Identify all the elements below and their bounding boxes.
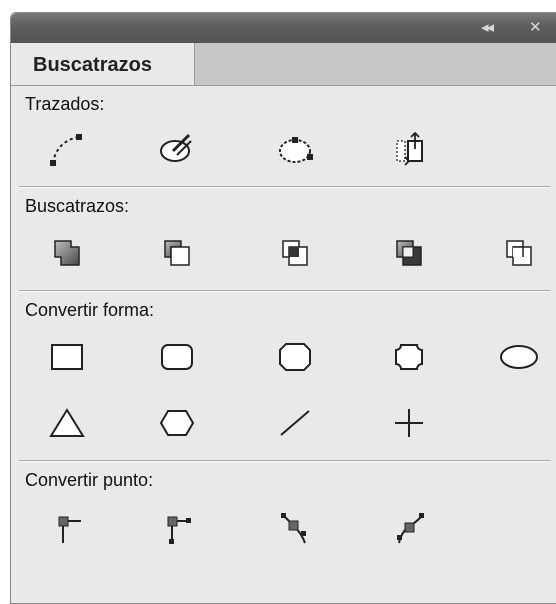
- intersect-icon[interactable]: [269, 230, 321, 276]
- beveled-rectangle-icon[interactable]: [269, 334, 321, 380]
- tab-buscatrazos[interactable]: Buscatrazos: [11, 43, 195, 85]
- smooth-point-icon[interactable]: [269, 504, 321, 550]
- polygon-icon[interactable]: [151, 400, 203, 446]
- offset-path-icon[interactable]: [269, 126, 321, 172]
- tab-strip: Buscatrazos: [11, 43, 556, 86]
- symmetrical-point-icon[interactable]: [383, 504, 435, 550]
- minus-front-icon[interactable]: [151, 230, 203, 276]
- section-label-trazados: Trazados:: [25, 94, 105, 114]
- section-divider: [19, 290, 551, 292]
- section-divider: [19, 460, 551, 462]
- join-icon[interactable]: [41, 126, 93, 172]
- section-label-convertir-forma: Convertir forma:: [25, 300, 155, 320]
- ellipse-icon[interactable]: [493, 334, 545, 380]
- corner-point-icon[interactable]: [151, 504, 203, 550]
- orthogonal-line-icon[interactable]: [383, 400, 435, 446]
- divide-icon[interactable]: [493, 230, 545, 276]
- panel-content: Trazados: Buscatrazos: Convertir forma: …: [11, 86, 556, 603]
- collapse-icon[interactable]: ◂◂: [481, 19, 494, 37]
- panel-titlebar[interactable]: ◂◂ ✕: [11, 13, 556, 43]
- reverse-path-icon[interactable]: [383, 126, 435, 172]
- outline-stroke-icon[interactable]: [151, 126, 203, 172]
- pathfinder-panel: ◂◂ ✕ Buscatrazos Trazados: Buscatrazos: …: [10, 12, 556, 604]
- rectangle-icon[interactable]: [41, 334, 93, 380]
- line-icon[interactable]: [269, 400, 321, 446]
- exclude-icon[interactable]: [383, 230, 435, 276]
- close-icon[interactable]: ✕: [529, 19, 542, 37]
- plain-point-icon[interactable]: [41, 504, 93, 550]
- unite-icon[interactable]: [41, 230, 93, 276]
- triangle-icon[interactable]: [41, 400, 93, 446]
- inverse-rounded-rectangle-icon[interactable]: [383, 334, 435, 380]
- section-label-convertir-punto: Convertir punto:: [25, 470, 154, 490]
- section-divider: [19, 186, 551, 188]
- rounded-rectangle-icon[interactable]: [151, 334, 203, 380]
- section-label-buscatrazos: Buscatrazos:: [25, 196, 130, 216]
